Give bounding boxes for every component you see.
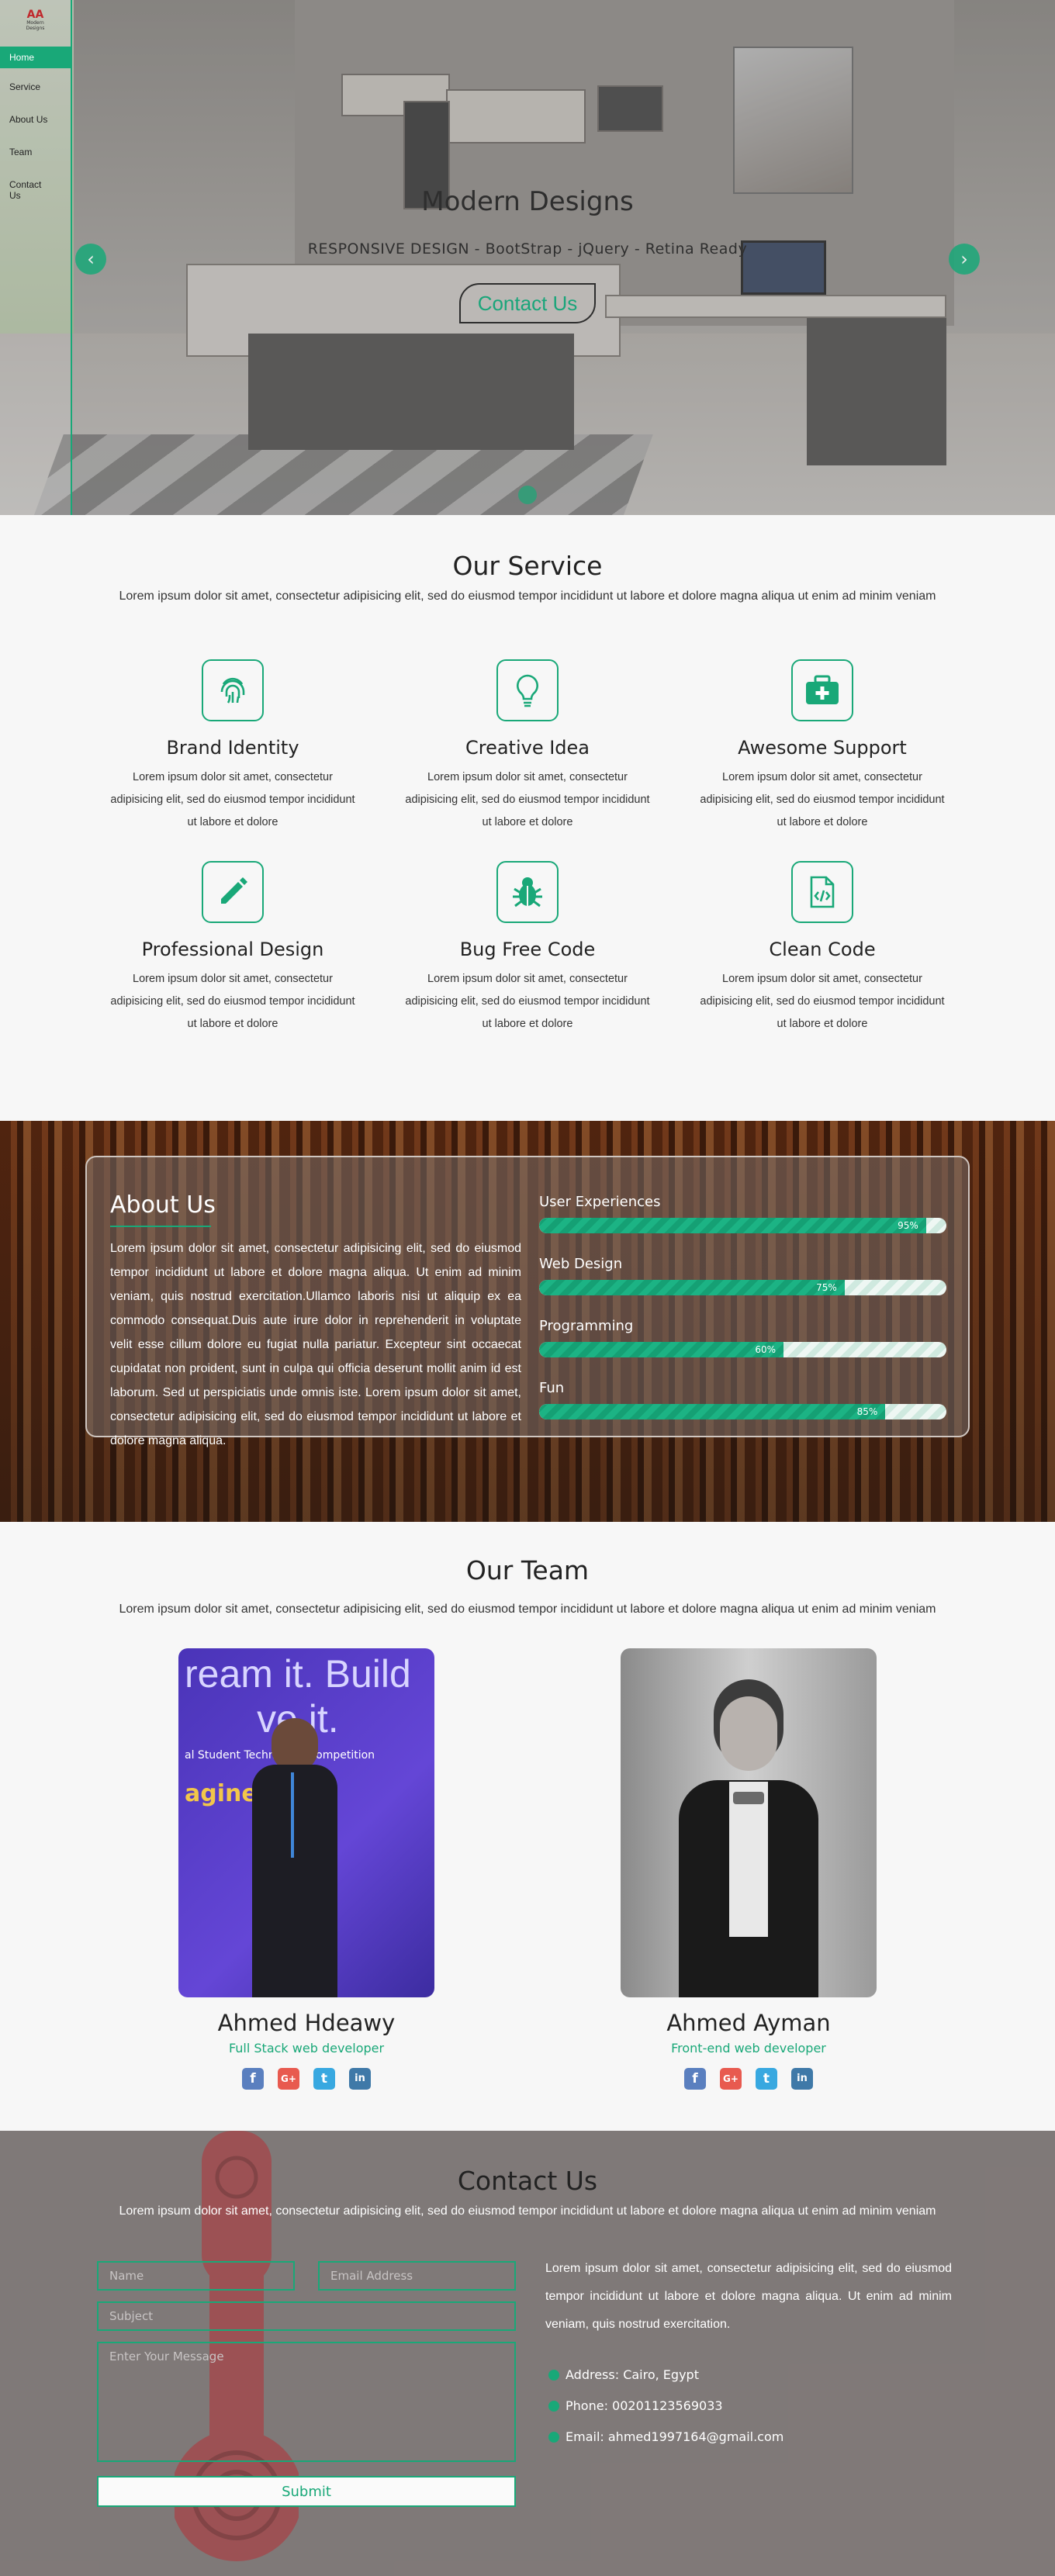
slider-prev-arrow-icon[interactable]: ‹: [75, 244, 106, 275]
location-icon: [548, 2369, 559, 2381]
service-text: Lorem ipsum dolor sit amet, consectetur …: [405, 771, 650, 828]
contact-address: Address: Cairo, Egypt: [548, 2367, 699, 2382]
sidebar-item-team[interactable]: Team: [0, 141, 71, 163]
skill-bar-fill: 85%: [539, 1404, 886, 1419]
hero-contact-button[interactable]: Contact Us: [459, 283, 596, 323]
service-text: Lorem ipsum dolor sit amet, consectetur …: [110, 973, 355, 1030]
bug-icon: [496, 861, 559, 923]
lightbulb-icon: [496, 659, 559, 721]
service-name: Clean Code: [769, 939, 876, 960]
about-section: About Us Lorem ipsum dolor sit amet, con…: [0, 1121, 1055, 1522]
team-member-role: Full Stack web developer: [228, 2041, 385, 2056]
pencil-icon: [202, 861, 264, 923]
service-name: Bug Free Code: [459, 939, 596, 960]
service-awesome-support: Awesome Support Lorem ipsum dolor sit am…: [698, 659, 946, 834]
sidebar-item-service[interactable]: Service: [0, 76, 71, 98]
code-file-icon: [791, 861, 853, 923]
service-name: Awesome Support: [738, 737, 907, 759]
service-name: Brand Identity: [166, 737, 299, 759]
team-title: Our Team: [465, 1555, 590, 1585]
service-name: Creative Idea: [465, 737, 590, 759]
skill-label: Fun: [539, 1380, 565, 1396]
skill-label: User Experiences: [539, 1194, 661, 1210]
service-text: Lorem ipsum dolor sit amet, consectetur …: [405, 973, 650, 1030]
team-member-card: Ahmed Ayman Front-end web developer f G+…: [621, 1648, 877, 2090]
team-member-card: ream it. Build ve it. al Student Technol…: [178, 1648, 434, 2090]
hero-overlay: [0, 0, 1055, 515]
skill-programming: Programming 60%: [539, 1318, 946, 1357]
google-plus-icon[interactable]: G+: [278, 2068, 299, 2090]
sidebar-item-home[interactable]: Home: [0, 47, 71, 68]
team-member-role: Front-end web developer: [671, 2041, 826, 2056]
contact-email: Email: ahmed1997164@gmail.com: [548, 2429, 783, 2444]
contact-phone: Phone: 00201123569033: [548, 2398, 723, 2413]
facebook-icon[interactable]: f: [242, 2068, 264, 2090]
team-member-socials: f G+ t in: [621, 2068, 877, 2090]
skill-label: Programming: [539, 1318, 634, 1334]
hero-subtitle: RESPONSIVE DESIGN - BootStrap - jQuery -…: [307, 240, 748, 258]
skill-fun: Fun 85%: [539, 1380, 946, 1419]
skill-bar: 85%: [539, 1404, 946, 1419]
logo-mark-icon: AA: [26, 9, 44, 21]
service-name: Professional Design: [141, 939, 324, 960]
team-member-name: Ahmed Ayman: [666, 2010, 831, 2036]
subject-field[interactable]: [97, 2301, 516, 2331]
hero-title: Modern Designs: [421, 186, 634, 217]
skill-bar: 60%: [539, 1342, 946, 1357]
slider-next-arrow-icon[interactable]: ›: [949, 244, 980, 275]
team-member-name: Ahmed Hdeawy: [217, 2010, 396, 2036]
skill-bar: 95%: [539, 1218, 946, 1233]
contact-text: Lorem ipsum dolor sit amet, consectetur …: [545, 2262, 952, 2331]
service-bug-free-code: Bug Free Code Lorem ipsum dolor sit amet…: [403, 861, 652, 1036]
submit-button[interactable]: Submit: [97, 2476, 516, 2507]
contact-title: Contact Us: [457, 2166, 598, 2196]
about-title-underline: [110, 1226, 211, 1227]
sidebar-item-contact[interactable]: Contact Us: [0, 174, 47, 206]
sidebar-item-about[interactable]: About Us: [0, 109, 71, 130]
service-text: Lorem ipsum dolor sit amet, consectetur …: [700, 973, 945, 1030]
twitter-icon[interactable]: t: [756, 2068, 777, 2090]
team-member-photo: [621, 1648, 877, 1997]
skill-web-design: Web Design 75%: [539, 1256, 946, 1295]
service-clean-code: Clean Code Lorem ipsum dolor sit amet, c…: [698, 861, 946, 1036]
google-plus-icon[interactable]: G+: [720, 2068, 742, 2090]
hero-slider: Modern Designs RESPONSIVE DESIGN - BootS…: [0, 0, 1055, 515]
email-field[interactable]: [318, 2261, 516, 2291]
twitter-icon[interactable]: t: [313, 2068, 335, 2090]
medkit-icon: [791, 659, 853, 721]
linkedin-icon[interactable]: in: [349, 2068, 371, 2090]
service-creative-idea: Creative Idea Lorem ipsum dolor sit amet…: [403, 659, 652, 834]
skill-bar-fill: 75%: [539, 1280, 845, 1295]
service-professional-design: Professional Design Lorem ipsum dolor si…: [109, 861, 357, 1036]
about-title: About Us: [110, 1191, 216, 1219]
message-field[interactable]: [97, 2342, 516, 2462]
linkedin-icon[interactable]: in: [791, 2068, 813, 2090]
team-description: Lorem ipsum dolor sit amet, consectetur …: [119, 1603, 936, 1616]
about-text: Lorem ipsum dolor sit amet, consectetur …: [110, 1242, 521, 1447]
services-title: Our Service: [452, 551, 603, 581]
service-brand-identity: Brand Identity Lorem ipsum dolor sit ame…: [109, 659, 357, 834]
skill-bar: 75%: [539, 1280, 946, 1295]
service-text: Lorem ipsum dolor sit amet, consectetur …: [110, 771, 355, 828]
skill-bar-fill: 60%: [539, 1342, 783, 1357]
contact-description: Lorem ipsum dolor sit amet, consectetur …: [119, 2204, 936, 2218]
sidebar-nav: AA Modern Designs Home Service About Us …: [0, 0, 72, 515]
logo[interactable]: AA Modern Designs: [20, 9, 51, 33]
fingerprint-icon: [202, 659, 264, 721]
contact-section: Contact Us Lorem ipsum dolor sit amet, c…: [0, 2131, 1055, 2576]
skill-label: Web Design: [539, 1256, 623, 1272]
service-text: Lorem ipsum dolor sit amet, consectetur …: [700, 771, 945, 828]
team-member-photo: ream it. Build ve it. al Student Technol…: [178, 1648, 434, 1997]
phone-icon: [548, 2400, 559, 2412]
about-card: About Us Lorem ipsum dolor sit amet, con…: [85, 1156, 970, 1447]
team-member-socials: f G+ t in: [178, 2068, 434, 2090]
skill-bar-fill: 95%: [539, 1218, 926, 1233]
slider-indicator-dot[interactable]: [518, 486, 537, 504]
name-field[interactable]: [97, 2261, 295, 2291]
skill-user-experiences: User Experiences 95%: [539, 1194, 946, 1233]
services-description: Lorem ipsum dolor sit amet, consectetur …: [119, 590, 936, 603]
email-icon: [548, 2431, 559, 2443]
facebook-icon[interactable]: f: [684, 2068, 706, 2090]
